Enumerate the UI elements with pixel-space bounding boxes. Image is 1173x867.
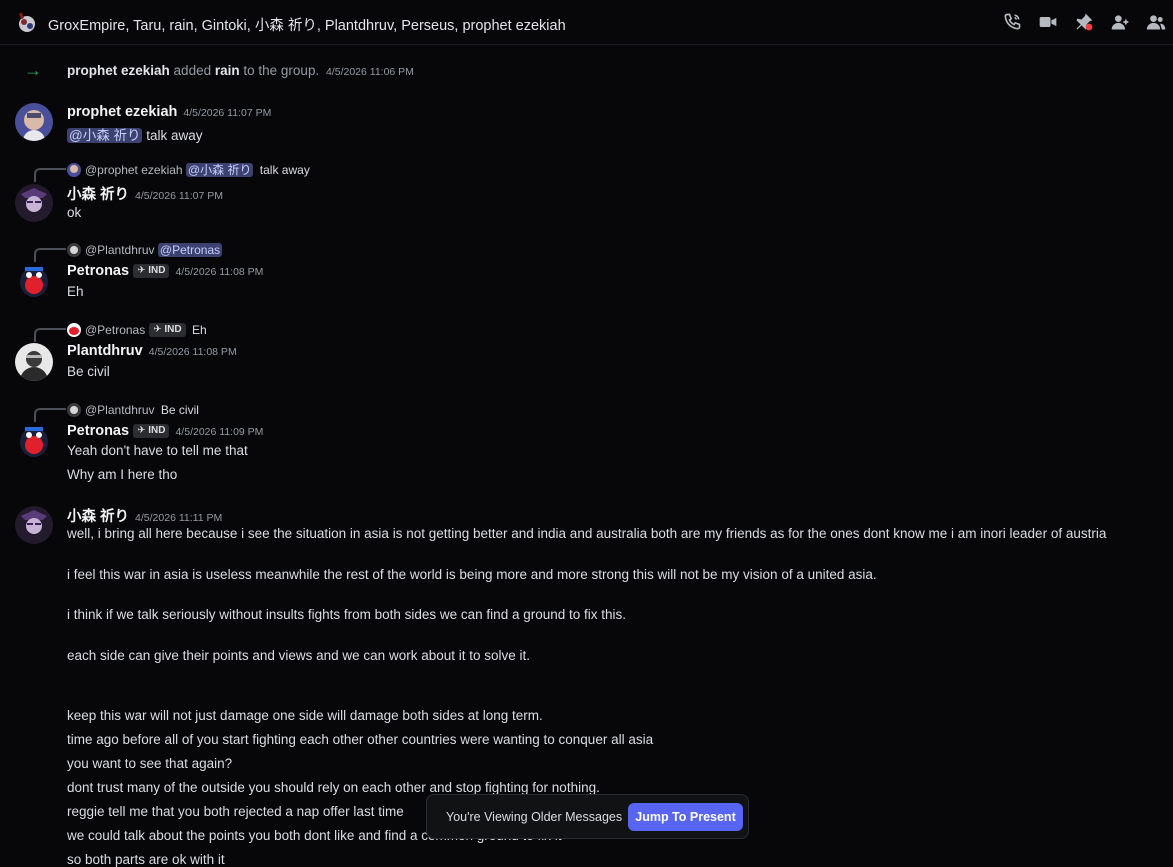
- avatar[interactable]: [15, 262, 53, 300]
- message-item: @Plantdhruv Be civil Petronas ✈ IND 4/5/20…: [0, 401, 1173, 491]
- user-mention[interactable]: @小森 祈り: [67, 128, 143, 143]
- avatar[interactable]: [15, 184, 53, 222]
- system-action: added: [173, 63, 212, 78]
- message-text: dont trust many of the outside you shoul…: [67, 780, 600, 795]
- jump-to-present-button[interactable]: Jump To Present: [628, 803, 743, 831]
- system-message: → prophet ezekiah added rain to the grou…: [0, 58, 1173, 84]
- message-text: time ago before all of you start fightin…: [67, 732, 654, 747]
- reply-author[interactable]: @prophet ezekiah: [85, 163, 183, 177]
- timestamp: 4/5/2026 11:07 PM: [183, 107, 272, 119]
- message-text: each side can give their points and view…: [67, 648, 531, 663]
- username[interactable]: 小森 祈り: [67, 509, 129, 525]
- older-messages-text: You're Viewing Older Messages: [446, 810, 623, 824]
- reply-avatar: [67, 323, 81, 337]
- reply-author[interactable]: @Plantdhruv: [85, 243, 155, 257]
- avatar[interactable]: [15, 506, 53, 544]
- username[interactable]: 小森 祈り: [67, 187, 129, 203]
- message-text: i feel this war in asia is useless meanw…: [67, 567, 877, 582]
- role-tag: ✈ IND: [133, 424, 170, 438]
- message-text: you want to see that again?: [67, 756, 233, 771]
- user-mention[interactable]: @Petronas: [157, 243, 223, 257]
- user-mention[interactable]: @小森 祈り: [185, 163, 254, 177]
- phone-call-icon[interactable]: [1001, 11, 1023, 33]
- message-text: Why am I here tho: [67, 467, 178, 482]
- timestamp: 4/5/2026 11:08 PM: [148, 346, 237, 358]
- avatar[interactable]: [15, 103, 53, 141]
- username[interactable]: Petronas: [67, 423, 129, 439]
- reply-author[interactable]: @Petronas: [85, 323, 145, 337]
- reply-text: Be civil: [160, 403, 199, 417]
- channel-title: GroxEmpire, Taru, rain, Gintoki, 小森 祈り, …: [48, 18, 566, 34]
- older-messages-banner: You're Viewing Older Messages Jump To Pr…: [426, 794, 749, 839]
- message-text: i think if we talk seriously without ins…: [67, 607, 627, 622]
- reply-connector: [34, 248, 66, 262]
- role-tag: ✈ IND: [149, 323, 186, 337]
- reply-avatar: [67, 243, 81, 257]
- reply-connector: [34, 408, 66, 422]
- message-text: talk away: [146, 128, 203, 143]
- timestamp: 4/5/2026 11:09 PM: [175, 426, 264, 438]
- add-member-icon[interactable]: [1109, 11, 1131, 33]
- username[interactable]: Plantdhruv: [67, 343, 143, 359]
- reply-connector: [34, 328, 66, 342]
- message-text: reggie tell me that you both rejected a …: [67, 804, 404, 819]
- username[interactable]: Petronas: [67, 263, 129, 279]
- message-text: ok: [67, 205, 82, 220]
- reply-avatar: [67, 403, 81, 417]
- reply-text: Eh: [191, 323, 207, 337]
- avatar[interactable]: [15, 422, 53, 460]
- channel-header: GroxEmpire, Taru, rain, Gintoki, 小森 祈り, …: [0, 0, 1173, 45]
- message-item: @Plantdhruv @Petronas Petronas ✈ IND 4/5/2…: [0, 241, 1173, 311]
- reply-preview[interactable]: @Plantdhruv @Petronas: [67, 242, 223, 258]
- timestamp: 4/5/2026 11:07 PM: [135, 190, 223, 202]
- avatar[interactable]: [15, 343, 53, 381]
- message-text: well, i bring all here because i see the…: [67, 526, 1107, 541]
- message-text: Be civil: [67, 364, 110, 379]
- message-text: keep this war will not just damage one s…: [67, 708, 543, 723]
- reply-preview[interactable]: @Petronas ✈ IND Eh: [67, 322, 207, 338]
- timestamp: 4/5/2026 11:11 PM: [135, 512, 223, 524]
- message-text: Yeah don't have to tell me that: [67, 443, 248, 458]
- message-text: Eh: [67, 284, 84, 299]
- system-actor[interactable]: prophet ezekiah: [67, 63, 170, 78]
- pinned-messages-icon[interactable]: [1073, 11, 1095, 33]
- reply-preview[interactable]: @Plantdhruv Be civil: [67, 402, 199, 418]
- reply-connector: [34, 168, 66, 182]
- message-item: @prophet ezekiah @小森 祈り talk away 小森 祈り 4…: [0, 161, 1173, 231]
- video-camera-icon[interactable]: [1037, 11, 1059, 33]
- reply-avatar: [67, 163, 81, 177]
- system-target[interactable]: rain: [215, 63, 240, 78]
- member-added-arrow-icon: →: [24, 60, 42, 80]
- member-list-icon[interactable]: [1145, 11, 1167, 33]
- timestamp: 4/5/2026 11:08 PM: [175, 266, 264, 278]
- group-dm-icon: [15, 11, 39, 35]
- reply-preview[interactable]: @prophet ezekiah @小森 祈り talk away: [67, 162, 310, 178]
- role-tag: ✈ IND: [133, 264, 170, 278]
- system-suffix: to the group.: [243, 63, 320, 78]
- username[interactable]: prophet ezekiah: [67, 104, 177, 120]
- message-text: so both parts are ok with it: [67, 852, 225, 867]
- reply-author[interactable]: @Plantdhruv: [85, 403, 155, 417]
- message-item: @Petronas ✈ IND Eh Plantdhruv 4/5/2026 11:…: [0, 321, 1173, 391]
- timestamp: 4/5/2026 11:06 PM: [325, 66, 414, 78]
- message-item: prophet ezekiah 4/5/2026 11:07 PM @小森 祈り …: [0, 100, 1173, 150]
- reply-text: talk away: [259, 163, 310, 177]
